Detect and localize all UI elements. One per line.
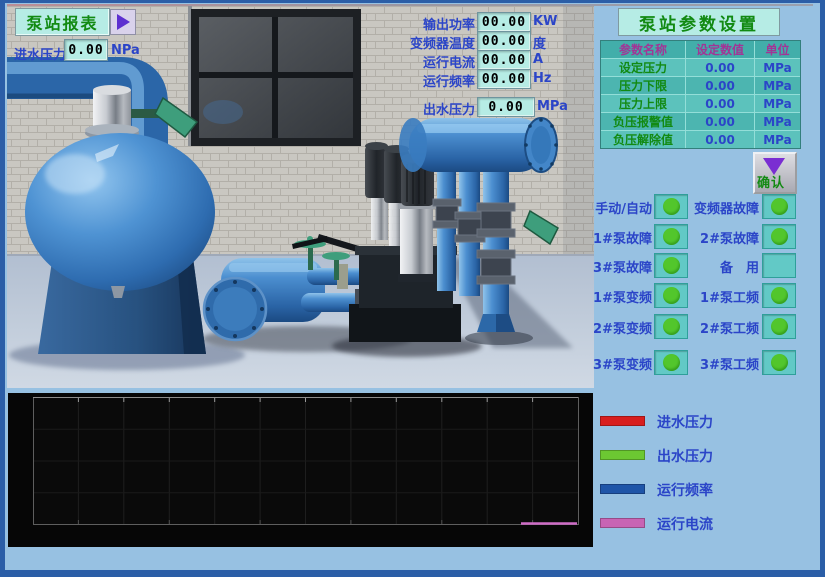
legend-label: 出水压力 <box>657 446 713 466</box>
lamp-icon <box>663 228 680 245</box>
status-indicator <box>762 350 796 375</box>
readout-label: 出水压力 <box>423 99 475 118</box>
param-unit: MPa <box>755 131 800 148</box>
status-indicator <box>762 253 796 278</box>
param-unit: MPa <box>755 113 800 130</box>
legend-swatch <box>600 484 645 494</box>
pump-station-hmi-screen: 泵站报表 进水压力 0.00 NPa 输出功率 00.00 KW 变频器温度 0… <box>0 0 825 577</box>
param-value[interactable]: 0.00 <box>686 59 754 76</box>
readout-value: 00.00 <box>477 12 531 32</box>
readout-value: 0.00 <box>477 97 535 117</box>
lamp-icon <box>771 287 788 304</box>
status-label: 2#泵变频 <box>593 318 652 337</box>
parameter-table: 参数名称 设定数值 单位 设定压力 0.00 MPa 压力下限 0.00 MPa… <box>600 40 801 149</box>
trend-chart <box>8 393 593 547</box>
readout-label: 变频器温度 <box>410 33 475 52</box>
window <box>188 6 361 146</box>
lamp-icon <box>771 354 788 371</box>
param-value[interactable]: 0.00 <box>686 113 754 130</box>
status-indicator <box>762 194 796 219</box>
status-label: 1#泵故障 <box>593 228 652 247</box>
outlet-manifold <box>399 118 558 172</box>
lamp-icon <box>771 228 788 245</box>
column-header: 单位 <box>755 41 800 58</box>
param-name: 设定压力 <box>601 59 685 76</box>
legend-swatch <box>600 518 645 528</box>
param-value[interactable]: 0.00 <box>686 95 754 112</box>
readout-label: 输出功率 <box>423 14 475 33</box>
status-indicator <box>654 194 688 219</box>
inlet-pressure-label: 进水压力 <box>14 44 66 63</box>
settings-panel-title: 泵站参数设置 <box>618 8 780 36</box>
status-label: 1#泵工频 <box>700 287 759 306</box>
report-play-button[interactable] <box>110 9 136 35</box>
inlet-pressure-value: 0.00 <box>64 39 108 61</box>
param-value[interactable]: 0.00 <box>686 77 754 94</box>
play-triangle-icon <box>117 14 130 30</box>
status-indicator <box>654 224 688 249</box>
param-unit: MPa <box>755 95 800 112</box>
report-button[interactable]: 泵站报表 <box>15 8 110 36</box>
readout-value: 00.00 <box>477 31 531 51</box>
readout-unit: KW <box>533 14 557 29</box>
legend-label: 进水压力 <box>657 412 713 432</box>
readout-value: 00.00 <box>477 50 531 70</box>
param-value[interactable]: 0.00 <box>686 131 754 148</box>
readout-unit: MPa <box>537 99 568 114</box>
readout-unit: 度 <box>533 33 546 52</box>
lamp-icon <box>663 354 680 371</box>
status-indicator <box>762 224 796 249</box>
column-header: 设定数值 <box>686 41 754 58</box>
legend-label: 运行电流 <box>657 514 713 534</box>
status-indicator <box>654 350 688 375</box>
status-label: 2#泵故障 <box>700 228 759 247</box>
readout-unit: Hz <box>533 71 551 86</box>
status-label: 3#泵故障 <box>593 257 652 276</box>
status-label: 2#泵工频 <box>700 318 759 337</box>
param-name: 压力下限 <box>601 77 685 94</box>
lamp-icon <box>663 198 680 215</box>
confirm-label: 确认 <box>757 172 785 191</box>
legend-swatch <box>600 450 645 460</box>
status-indicator <box>762 283 796 308</box>
readout-unit: A <box>533 52 543 67</box>
status-label: 1#泵变频 <box>593 287 652 306</box>
status-label: 3#泵工频 <box>700 354 759 373</box>
param-unit: MPa <box>755 59 800 76</box>
lamp-icon <box>771 318 788 335</box>
param-name: 压力上限 <box>601 95 685 112</box>
legend-swatch <box>600 416 645 426</box>
legend-label: 运行频率 <box>657 480 713 500</box>
status-label: 手动/自动 <box>595 198 652 217</box>
trend-plot <box>8 393 593 547</box>
readout-label: 运行频率 <box>423 71 475 90</box>
column-header: 参数名称 <box>601 41 685 58</box>
readout-value: 00.00 <box>477 69 531 89</box>
lamp-icon <box>771 198 788 215</box>
lamp-icon <box>663 257 680 274</box>
status-label: 变频器故障 <box>694 198 759 217</box>
lamp-icon <box>663 318 680 335</box>
param-name: 负压报警值 <box>601 113 685 130</box>
inlet-pressure-unit: NPa <box>111 43 140 58</box>
lamp-icon <box>663 287 680 304</box>
status-indicator <box>654 253 688 278</box>
status-label: 备 用 <box>720 257 759 276</box>
status-label: 3#泵变频 <box>593 354 652 373</box>
pump-station-3d-scene: 泵站报表 进水压力 0.00 NPa 输出功率 00.00 KW 变频器温度 0… <box>7 6 594 388</box>
status-indicator <box>654 314 688 339</box>
status-indicator <box>762 314 796 339</box>
status-indicator <box>654 283 688 308</box>
readout-label: 运行电流 <box>423 52 475 71</box>
confirm-button[interactable]: 确认 <box>753 152 797 194</box>
param-name: 负压解除值 <box>601 131 685 148</box>
param-unit: MPa <box>755 77 800 94</box>
